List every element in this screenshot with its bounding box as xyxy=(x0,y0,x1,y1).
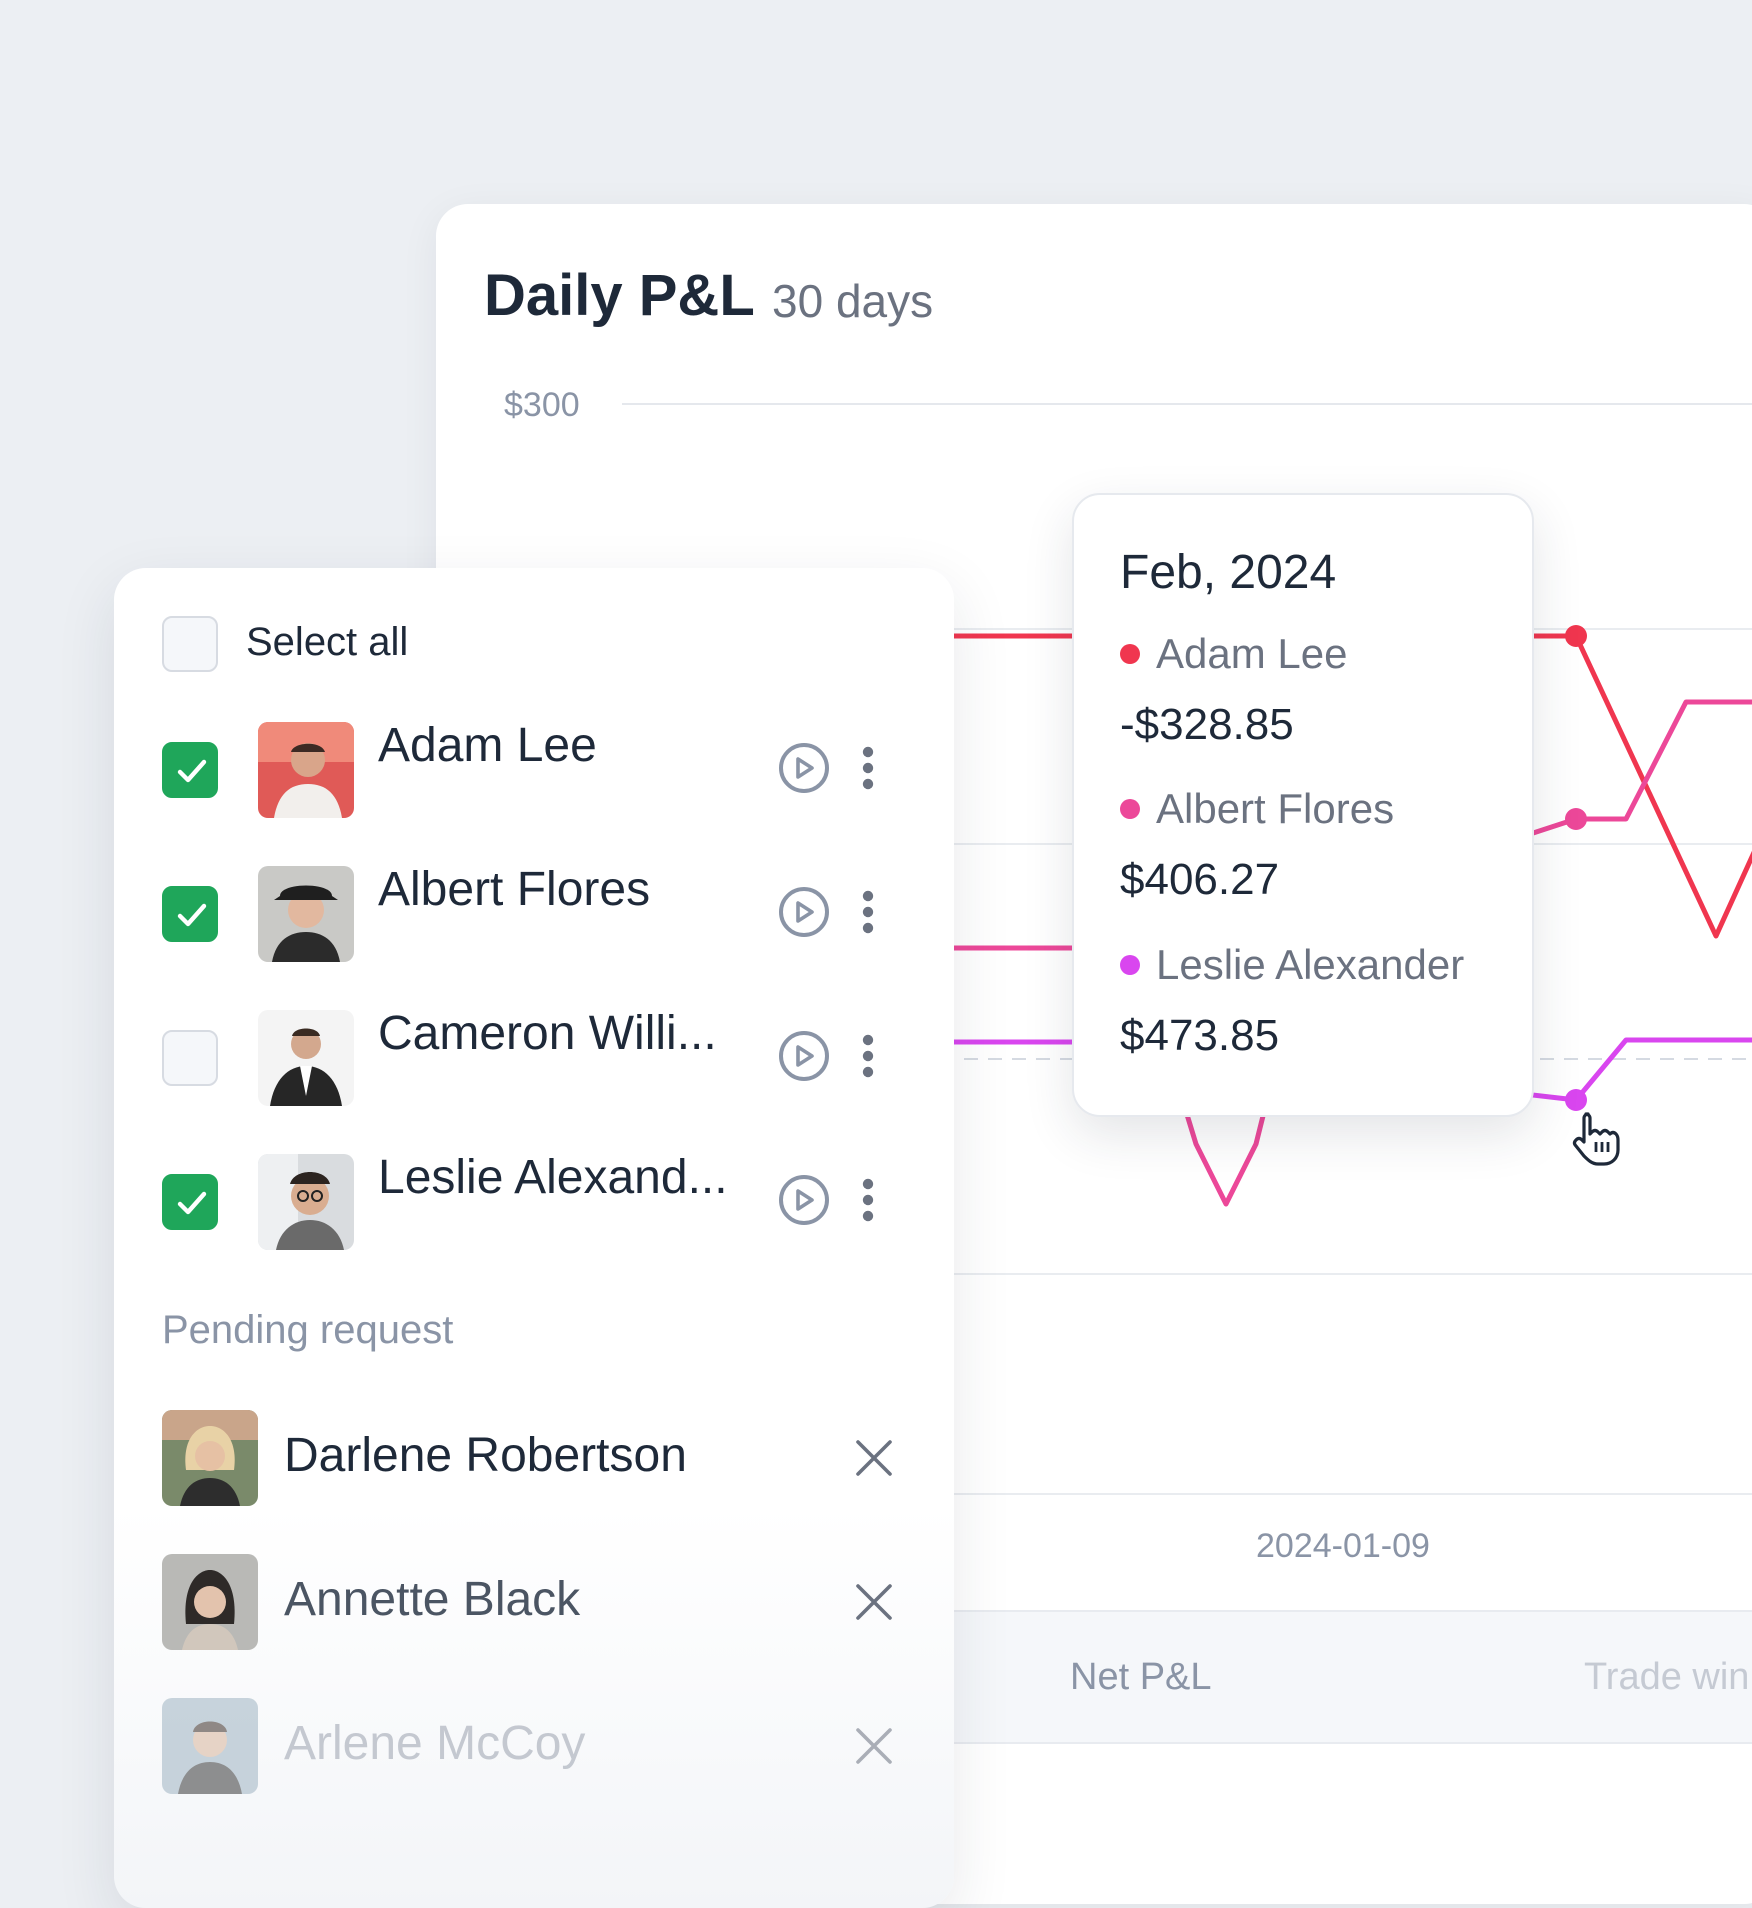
series-albert-flores-point xyxy=(1565,808,1587,830)
member-name: Adam Lee xyxy=(378,719,597,772)
stat-trade-win-label: Trade win xyxy=(1584,1656,1750,1698)
more-vertical-icon[interactable] xyxy=(862,1034,874,1083)
more-vertical-icon[interactable] xyxy=(862,746,874,795)
stat-net-pnl-label: Net P&L xyxy=(1070,1656,1212,1698)
checkmark-icon xyxy=(177,759,207,783)
member-checkbox-cameron-williamson[interactable] xyxy=(162,1030,218,1086)
avatar xyxy=(258,722,354,818)
pending-name: Darlene Robertson xyxy=(284,1429,687,1482)
legend-dot-icon xyxy=(1120,954,1140,975)
member-checkbox-adam-lee[interactable] xyxy=(162,742,218,798)
close-icon[interactable] xyxy=(854,1582,894,1627)
member-name: Albert Flores xyxy=(378,863,651,916)
close-icon[interactable] xyxy=(854,1726,894,1771)
pending-name: Arlene McCoy xyxy=(284,1717,586,1770)
more-vertical-icon[interactable] xyxy=(862,890,874,939)
tooltip-value-albert-flores: $406.27 xyxy=(1120,855,1280,904)
member-filter-panel: Select all Adam Lee Albert Flores Camero… xyxy=(114,568,954,1908)
series-leslie-alexander-point xyxy=(1565,1089,1587,1111)
avatar xyxy=(162,1410,258,1506)
x-tick-date: 2024-01-09 xyxy=(1256,1527,1430,1565)
avatar xyxy=(258,1010,354,1106)
tooltip-series-adam-lee: Adam Lee xyxy=(1120,630,1347,678)
member-name: Cameron Willi... xyxy=(378,1007,717,1060)
more-vertical-icon[interactable] xyxy=(862,1178,874,1227)
checkmark-icon xyxy=(177,1191,207,1215)
play-circle-icon[interactable] xyxy=(778,1174,830,1231)
play-circle-icon[interactable] xyxy=(778,886,830,943)
tooltip-series-albert-flores: Albert Flores xyxy=(1120,785,1394,833)
member-checkbox-leslie-alexander[interactable] xyxy=(162,1174,218,1230)
pending-request-heading: Pending request xyxy=(162,1308,454,1352)
hand-cursor-icon xyxy=(1570,1110,1622,1171)
play-circle-icon[interactable] xyxy=(778,1030,830,1087)
tooltip-value-leslie-alexander: $473.85 xyxy=(1120,1011,1280,1060)
avatar xyxy=(162,1698,258,1794)
select-all-label: Select all xyxy=(246,620,409,664)
tooltip-series-leslie-alexander: Leslie Alexander xyxy=(1120,941,1464,989)
legend-dot-icon xyxy=(1120,643,1140,664)
avatar xyxy=(258,866,354,962)
series-adam-lee-point xyxy=(1565,625,1587,647)
avatar xyxy=(162,1554,258,1650)
checkmark-icon xyxy=(177,903,207,927)
pending-name: Annette Black xyxy=(284,1573,581,1626)
tooltip-value-adam-lee: -$328.85 xyxy=(1120,700,1294,749)
y-tick-300: $300 xyxy=(504,386,580,424)
select-all-checkbox[interactable] xyxy=(162,616,218,672)
chart-tooltip: Feb, 2024 Adam Lee -$328.85 Albert Flore… xyxy=(1072,493,1534,1117)
member-name: Leslie Alexand... xyxy=(378,1151,728,1204)
close-icon[interactable] xyxy=(854,1438,894,1483)
member-checkbox-albert-flores[interactable] xyxy=(162,886,218,942)
tooltip-title: Feb, 2024 xyxy=(1120,546,1337,599)
avatar xyxy=(258,1154,354,1250)
play-circle-icon[interactable] xyxy=(778,742,830,799)
legend-dot-icon xyxy=(1120,798,1140,819)
